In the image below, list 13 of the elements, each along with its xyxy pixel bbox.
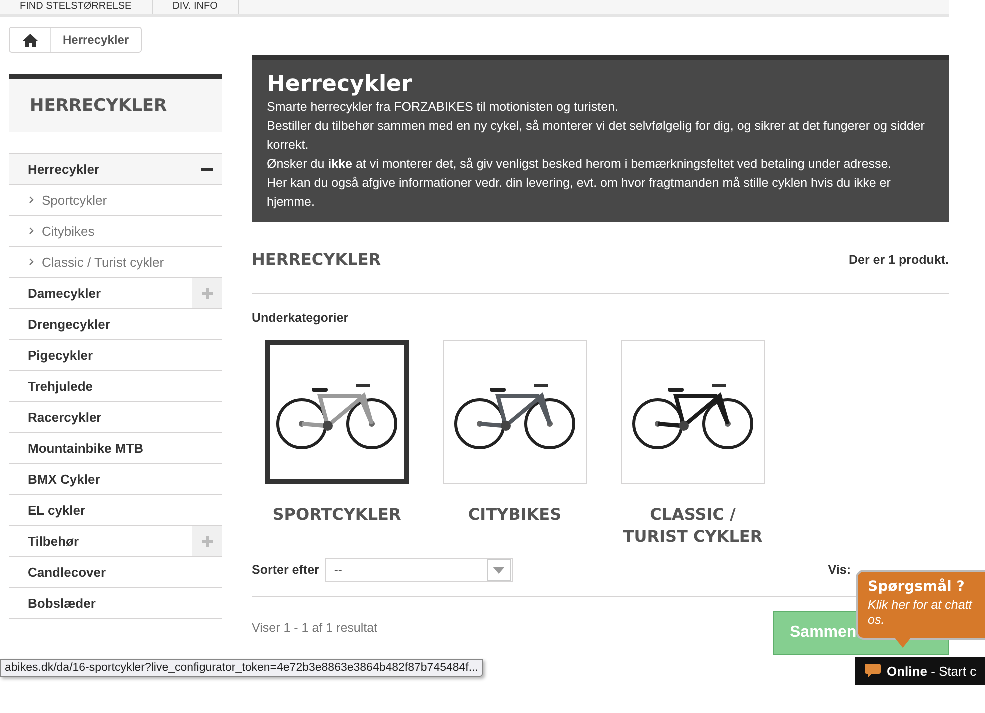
sidebar-title: HERRECYKLER — [9, 74, 222, 132]
subcategories-label: Underkategorier — [252, 311, 350, 325]
results-text: Viser 1 - 1 af 1 resultat — [252, 621, 378, 635]
banner-text: Smarte herrecykler fra FORZABIKES til motionisten og turisten. — [267, 99, 620, 116]
banner-text: Her kan du også afgive informationer vedr. din levering, evt. om hvor fragtmanden må stille cyklen hvis du ikke er hjemme. — [267, 175, 892, 211]
banner-text: Ønsker du ikke at vi monterer det, så giv venligst besked herom i bemærkningsfeltet ved betaling under adresse. — [267, 156, 893, 173]
product-count: Der er 1 produkt. — [848, 252, 949, 266]
banner-title: Herrecykler — [267, 72, 414, 98]
category-heading: HERRECYKLER — [252, 250, 382, 269]
status-url: abikes.dk/da/16-sportcykler?live_configurator_token=4e72b3e8863e3864b482f87b745484f... — [0, 659, 484, 677]
banner-text: Bestiller du tilbehør sammen med en ny cykel, så monterer vi det selvfølgelig for dig, og sikrer at det fungerer og sidder korrekt. — [267, 118, 926, 154]
view-label: Vis: — [828, 563, 851, 577]
sort-label: Sorter efter — [252, 563, 320, 577]
